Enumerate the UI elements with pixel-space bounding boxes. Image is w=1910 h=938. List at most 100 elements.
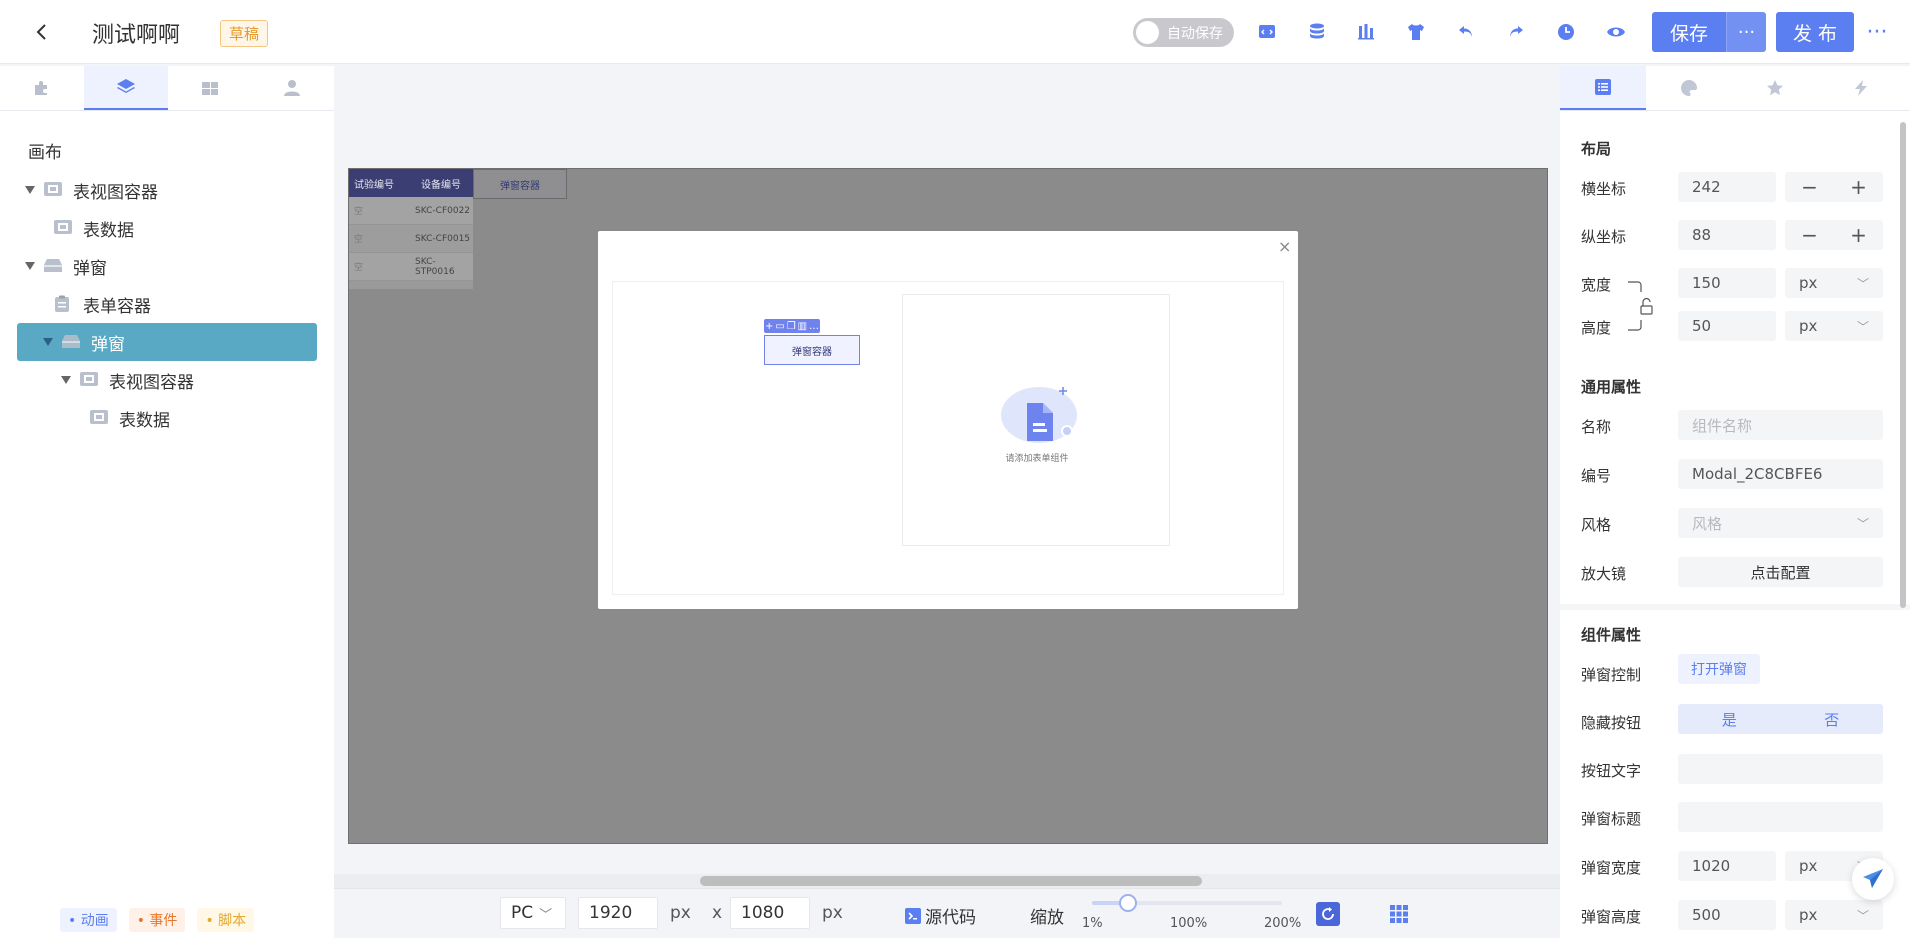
plus-icon[interactable]: + (1850, 223, 1867, 247)
tab-components[interactable] (0, 66, 84, 110)
width-unit-select[interactable]: px ﹀ (1785, 268, 1883, 298)
table-data-icon (89, 409, 109, 427)
tab-style[interactable] (1646, 66, 1732, 110)
y-stepper[interactable]: − + (1785, 220, 1883, 250)
modal-dialog[interactable]: × + ▭ ❐ ▥ … 弹窗容器 请添加表单组件 (598, 231, 1298, 609)
chevron-down-icon: ﹀ (539, 907, 553, 923)
width-input[interactable]: 150 (1678, 268, 1776, 298)
expand-triangle-icon[interactable] (59, 373, 73, 387)
table-row[interactable]: 空 SKC-STP0016 (349, 253, 473, 281)
layer-tree-node[interactable]: 表视图容器 (17, 361, 317, 399)
code-template-icon[interactable] (1255, 20, 1279, 44)
right-panel-scrollbar[interactable] (1900, 122, 1906, 608)
height-unit-select[interactable]: px ﹀ (1785, 311, 1883, 341)
database-icon[interactable] (1305, 20, 1329, 44)
layer-tree-node[interactable]: 表视图容器 (17, 171, 317, 209)
close-icon[interactable]: × (1278, 237, 1291, 256)
canvas-height-input[interactable]: 1080 (730, 897, 810, 929)
save-more-button[interactable]: ··· (1726, 12, 1766, 52)
plus-icon[interactable]: + (1850, 175, 1867, 199)
form-container[interactable]: 请添加表单组件 (902, 294, 1170, 546)
selected-modal-container[interactable]: 弹窗容器 (764, 335, 860, 365)
more-options-icon[interactable]: ··· (1862, 20, 1892, 45)
tab-layers[interactable] (84, 66, 168, 110)
style-palette-icon (1681, 80, 1697, 96)
modal-title-input[interactable] (1678, 802, 1883, 832)
tab-favorites[interactable] (1732, 66, 1818, 110)
height-input[interactable]: 50 (1678, 311, 1776, 341)
expand-triangle-icon[interactable] (23, 183, 37, 197)
delete-icon[interactable]: ▥ (798, 321, 807, 332)
hide-button-toggle[interactable]: 是 否 (1678, 704, 1883, 734)
y-input[interactable]: 88 (1678, 220, 1776, 250)
unit-value: px (1799, 317, 1818, 335)
view-container-icon (79, 371, 99, 389)
expand-triangle-icon[interactable] (23, 259, 37, 273)
device-select[interactable]: PC ﹀ (500, 897, 566, 929)
design-canvas[interactable]: 试验编号 设备编号 空 SKC-CF0022 空 SKC-CF0015 空 SKC-STP… (348, 168, 1548, 844)
modal-height-input[interactable]: 500 (1678, 900, 1776, 930)
style-placeholder: 风格 (1692, 514, 1723, 533)
refresh-icon[interactable] (1316, 902, 1340, 926)
layer-tree-node[interactable]: 表数据 (17, 209, 317, 247)
aspect-lock-icon[interactable] (1626, 280, 1656, 332)
component-action-bar[interactable]: + ▭ ❐ ▥ … (764, 319, 820, 333)
open-modal-button[interactable]: 打开弹窗 (1678, 654, 1760, 684)
source-code-button[interactable]: 源代码 (905, 903, 976, 928)
table-row[interactable]: 空 SKC-CF0015 (349, 225, 473, 253)
preview-eye-icon[interactable] (1604, 20, 1628, 44)
style-select[interactable]: 风格 ﹀ (1678, 508, 1883, 538)
magnifier-label: 放大镜 (1581, 565, 1627, 583)
bottom-tag[interactable]: • 事件 (128, 908, 186, 932)
more-icon[interactable]: … (809, 321, 819, 332)
x-input[interactable]: 242 (1678, 172, 1776, 202)
tab-groups[interactable] (168, 66, 252, 110)
magnifier-config-button[interactable]: 点击配置 (1678, 557, 1883, 587)
modal-container-button[interactable]: 弹窗容器 (473, 169, 567, 199)
zoom-slider[interactable] (1092, 894, 1282, 912)
tab-events[interactable] (1818, 66, 1904, 110)
tab-users[interactable] (250, 66, 334, 110)
history-clock-icon[interactable] (1554, 20, 1578, 44)
layer-tree-node[interactable]: 弹窗 (17, 247, 317, 285)
layer-tree-node[interactable]: 弹窗 (17, 323, 317, 361)
undo-icon[interactable] (1454, 20, 1478, 44)
layer-tree: 表视图容器 表数据 弹窗 表单容器 弹窗 表视图容器 表数据 (17, 171, 317, 437)
name-input[interactable]: 组件名称 (1678, 410, 1883, 440)
back-arrow-icon[interactable] (30, 20, 54, 44)
option-yes[interactable]: 是 (1678, 704, 1781, 734)
modal-height-unit-select[interactable]: px ﹀ (1785, 900, 1883, 930)
copy-icon[interactable]: ❐ (787, 321, 796, 332)
button-text-input[interactable] (1678, 754, 1883, 784)
zoom-slider-handle[interactable] (1119, 894, 1138, 912)
autosave-toggle[interactable]: 自动保存 (1133, 18, 1234, 47)
unit-value: px (1799, 857, 1818, 875)
modal-width-input[interactable]: 1020 (1678, 851, 1776, 881)
canvas-width-input[interactable]: 1920 (578, 897, 658, 929)
send-feedback-button[interactable] (1852, 858, 1894, 900)
comment-icon[interactable]: ▭ (775, 321, 784, 332)
expand-triangle-icon[interactable] (41, 335, 55, 349)
theme-shirt-icon[interactable] (1404, 20, 1428, 44)
bottom-tag[interactable]: • 动画 (60, 908, 117, 932)
horizontal-scrollbar[interactable] (700, 876, 1202, 886)
tab-properties[interactable] (1560, 66, 1646, 110)
save-button[interactable]: 保存 (1652, 12, 1726, 52)
minus-icon[interactable]: − (1801, 175, 1818, 199)
section-component-title: 组件属性 (1581, 626, 1642, 644)
add-icon[interactable]: + (765, 321, 773, 332)
x-stepper[interactable]: − + (1785, 172, 1883, 202)
chevron-down-icon: ﹀ (1856, 276, 1869, 291)
publish-button[interactable]: 发 布 (1776, 12, 1854, 52)
layer-tree-node[interactable]: 表数据 (17, 399, 317, 437)
id-input[interactable]: Modal_2C8CBFE6 (1678, 459, 1883, 489)
table-view-container[interactable]: 试验编号 设备编号 空 SKC-CF0022 空 SKC-CF0015 空 SKC-STP… (349, 169, 473, 289)
table-row[interactable]: 空 SKC-CF0022 (349, 197, 473, 225)
grid-icon[interactable] (1390, 905, 1408, 923)
bottom-tag[interactable]: • 脚本 (197, 908, 255, 932)
minus-icon[interactable]: − (1801, 223, 1818, 247)
chart-icon[interactable] (1354, 20, 1378, 44)
layer-tree-node[interactable]: 表单容器 (17, 285, 317, 323)
redo-icon[interactable] (1504, 20, 1528, 44)
option-no[interactable]: 否 (1781, 704, 1884, 734)
